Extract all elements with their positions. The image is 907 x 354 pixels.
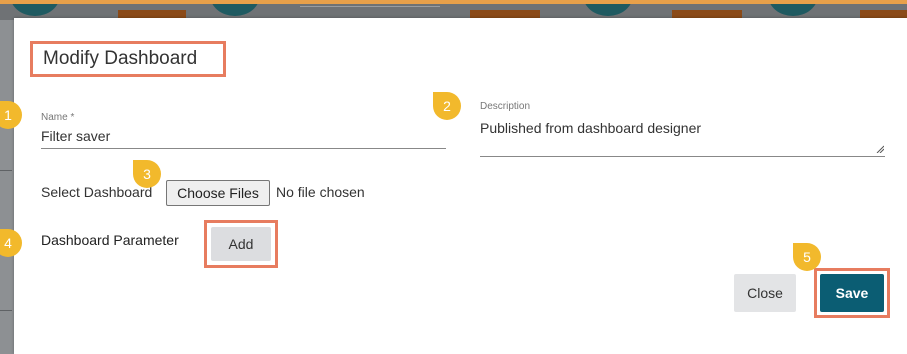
background-divider <box>0 170 12 171</box>
background-divider <box>0 310 12 311</box>
callout-number: 4 <box>4 234 12 251</box>
save-button-highlight: Save <box>814 268 890 318</box>
description-textarea[interactable]: Published from dashboard designer <box>480 120 701 136</box>
dialog-title: Modify Dashboard <box>30 41 226 77</box>
dialog-title-text: Modify Dashboard <box>43 48 198 69</box>
background-left-edge <box>0 20 14 354</box>
dashboard-parameter-label: Dashboard Parameter <box>41 232 179 248</box>
callout-number: 1 <box>4 106 12 123</box>
callout-marker-3: 3 <box>133 160 161 188</box>
callout-marker-2: 2 <box>433 92 461 120</box>
callout-marker-5: 5 <box>793 243 821 271</box>
save-button[interactable]: Save <box>820 274 884 312</box>
add-button-highlight: Add <box>204 220 278 268</box>
no-file-chosen-text: No file chosen <box>276 184 365 200</box>
resize-handle-icon[interactable] <box>876 145 884 153</box>
choose-files-button[interactable]: Choose Files <box>166 180 270 206</box>
name-label: Name * <box>41 112 75 123</box>
select-dashboard-label: Select Dashboard <box>41 184 153 200</box>
name-input-underline <box>41 148 446 149</box>
description-underline <box>480 156 885 157</box>
close-button[interactable]: Close <box>734 274 796 312</box>
callout-number: 3 <box>143 165 151 182</box>
add-parameter-button[interactable]: Add <box>211 227 271 261</box>
background-top-bar <box>0 0 907 4</box>
name-input[interactable]: Filter saver <box>41 128 110 144</box>
description-label: Description <box>480 101 531 112</box>
callout-number: 2 <box>443 97 451 114</box>
background-widget <box>300 6 440 7</box>
callout-number: 5 <box>803 248 811 265</box>
